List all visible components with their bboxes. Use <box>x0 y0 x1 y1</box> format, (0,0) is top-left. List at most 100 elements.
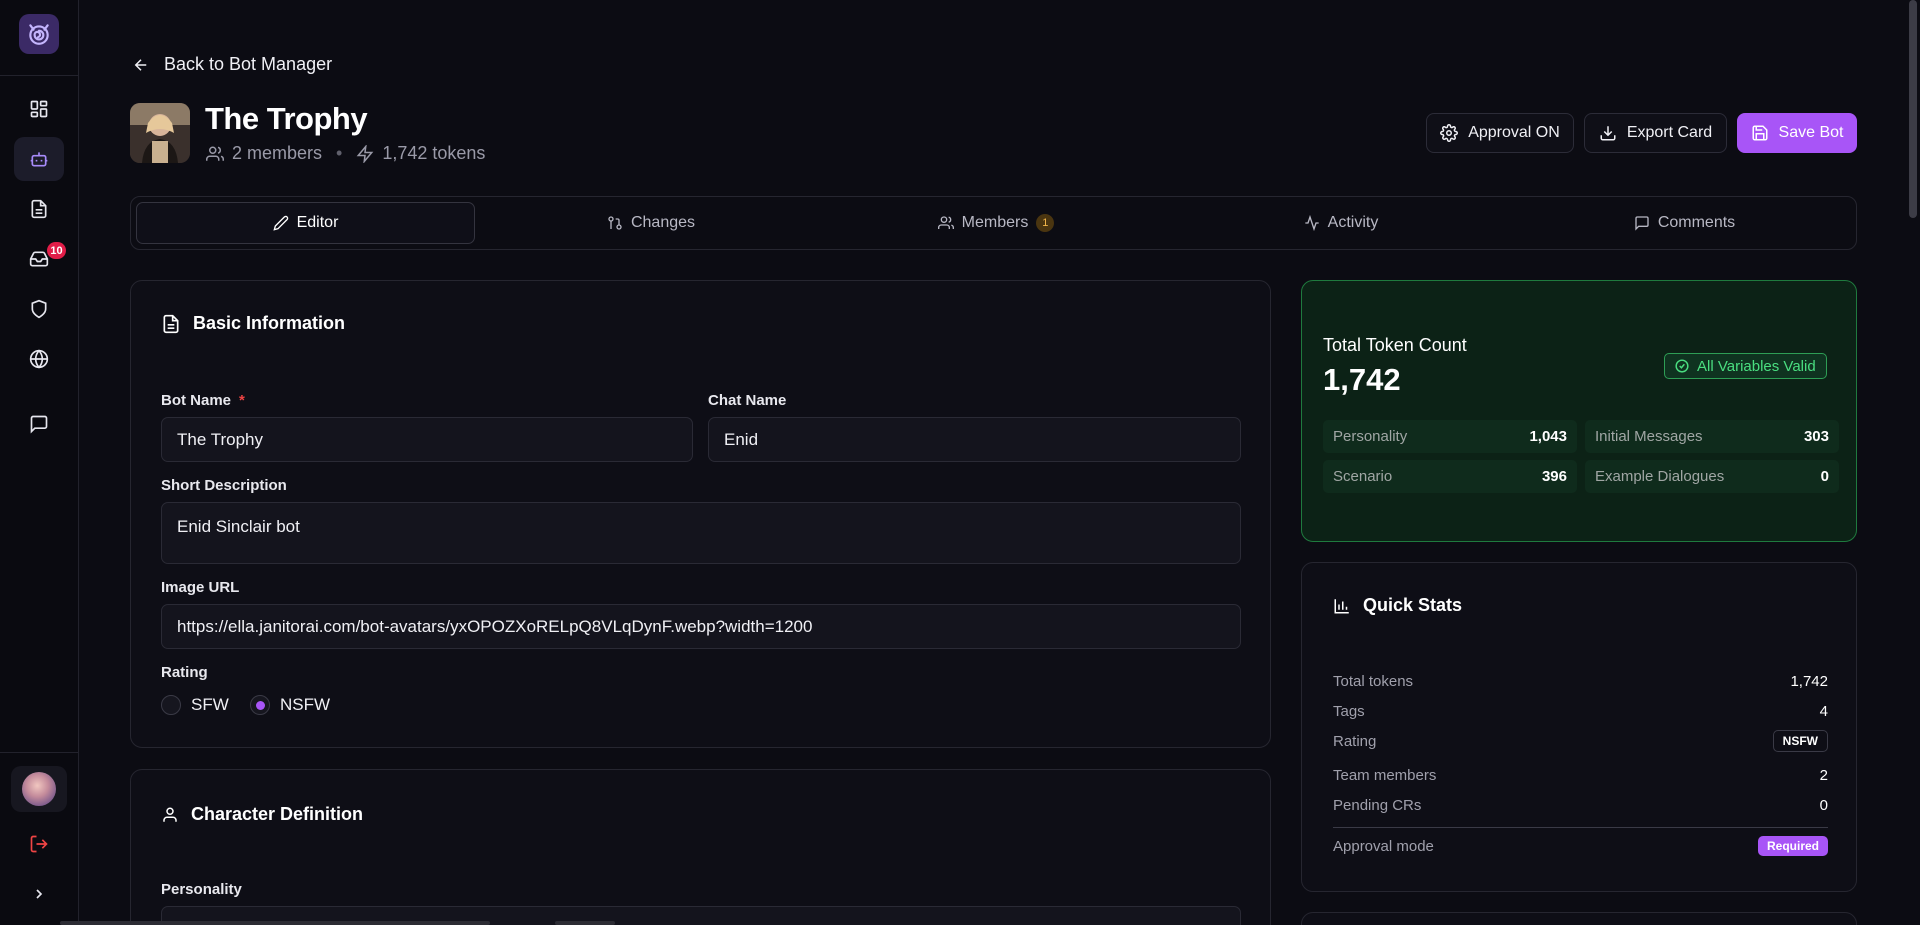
sidebar-item-messages[interactable] <box>14 402 64 446</box>
stat-row: Tags 4 <box>1333 703 1828 720</box>
user-avatar-button[interactable] <box>11 766 67 812</box>
message-icon <box>30 415 48 434</box>
bot-avatar-image <box>130 103 190 163</box>
bot-name-label: Bot Name * <box>161 392 245 409</box>
personality-label: Personality <box>161 881 242 898</box>
tab-label: Comments <box>1657 214 1736 231</box>
approval-mode-badge: Required <box>1757 836 1828 856</box>
chat-name-field[interactable]: Enid <box>708 417 1241 462</box>
sidebar-item-bots[interactable] <box>14 137 64 181</box>
stat-value: 0 <box>1819 797 1828 814</box>
bot-meta: 2 members • 1,742 tokens <box>206 143 485 164</box>
token-cell-value: 303 <box>1803 428 1829 445</box>
users-icon <box>937 216 954 229</box>
tab-label: Members <box>961 214 1029 231</box>
shield-icon <box>31 299 47 319</box>
sidebar-item-inbox[interactable]: 10 <box>14 237 66 281</box>
members-count: 2 members <box>232 143 323 163</box>
token-cell-personality: Personality 1,043 <box>1323 420 1577 453</box>
character-definition-card: Character Definition Personality <box>130 769 1271 925</box>
check-circle-icon <box>1675 359 1689 373</box>
radio-nsfw[interactable] <box>250 695 270 715</box>
token-cell-initial-messages: Initial Messages 303 <box>1585 420 1839 453</box>
expand-sidebar-button[interactable] <box>14 872 64 916</box>
sidebar-item-security[interactable] <box>14 287 64 331</box>
rating-option-nsfw[interactable]: NSFW <box>250 695 330 715</box>
inbox-icon <box>29 251 49 267</box>
avatar <box>22 772 56 806</box>
bot-name-field[interactable]: The Trophy <box>161 417 693 462</box>
required-mark: * <box>239 392 245 409</box>
document-icon <box>31 199 47 219</box>
token-cell-value: 396 <box>1541 468 1567 485</box>
vertical-scrollbar[interactable] <box>1906 0 1920 925</box>
radio-label: SFW <box>191 695 229 714</box>
page-title: The Trophy <box>205 101 368 136</box>
bot-icon <box>30 152 48 167</box>
approval-toggle-button[interactable]: Approval ON <box>1426 113 1574 153</box>
meta-separator: • <box>336 143 343 163</box>
short-description-label: Short Description <box>161 477 287 494</box>
card-title-text: Quick Stats <box>1363 595 1463 615</box>
members-badge: 1 <box>1036 214 1055 232</box>
token-count-card: Total Token Count 1,742 All Variables Va… <box>1301 280 1857 542</box>
sidebar-item-documents[interactable] <box>14 187 64 231</box>
tab-changes[interactable]: Changes <box>481 202 821 244</box>
arrow-left-icon <box>134 58 147 71</box>
radio-sfw[interactable] <box>161 695 181 715</box>
stat-row: Rating NSFW <box>1333 730 1828 752</box>
save-bot-button[interactable]: Save Bot <box>1737 113 1857 153</box>
next-card <box>1301 912 1857 925</box>
short-description-field[interactable]: Enid Sinclair bot <box>161 502 1241 564</box>
stat-key: Team members <box>1333 767 1437 784</box>
sidebar: 10 <box>0 0 79 925</box>
card-title-text: Character Definition <box>191 804 364 824</box>
token-total: 1,742 <box>1323 362 1401 397</box>
card-title: Character Definition <box>161 804 363 825</box>
rating-label: Rating <box>161 664 208 681</box>
file-text-icon <box>163 314 179 333</box>
stat-key: Total tokens <box>1333 673 1414 690</box>
horizontal-scrollbar-thumb[interactable] <box>555 921 615 925</box>
token-cell-value: 1,043 <box>1529 428 1567 445</box>
notification-badge: 10 <box>47 242 66 259</box>
horizontal-scrollbar[interactable] <box>60 921 490 925</box>
scrollbar-thumb[interactable] <box>1909 0 1917 218</box>
image-url-field[interactable]: https://ella.janitorai.com/bot-avatars/y… <box>161 604 1241 649</box>
rating-badge: NSFW <box>1772 730 1828 752</box>
back-link[interactable]: Back to Bot Manager <box>132 54 332 75</box>
sidebar-item-dashboard[interactable] <box>14 87 64 131</box>
rating-option-sfw[interactable]: SFW <box>161 695 229 715</box>
quick-stats-card: Quick Stats Total tokens 1,742 Tags 4 Ra… <box>1301 562 1857 892</box>
logout-button[interactable] <box>14 822 64 866</box>
chevron-right-icon <box>36 889 43 899</box>
stat-key: Rating <box>1333 732 1377 750</box>
stat-value: 2 <box>1819 767 1828 784</box>
stat-value: 1,742 <box>1790 673 1828 690</box>
spiral-logo-icon <box>29 24 49 45</box>
card-title: Quick Stats <box>1333 595 1462 616</box>
globe-icon <box>29 349 49 369</box>
token-cell-example-dialogues: Example Dialogues 0 <box>1585 460 1839 493</box>
sidebar-item-explore[interactable] <box>14 337 64 381</box>
export-label: Export Card <box>1626 124 1713 141</box>
sidebar-divider <box>0 75 79 76</box>
stat-key: Pending CRs <box>1333 797 1422 814</box>
tab-label: Editor <box>296 214 339 231</box>
tab-activity[interactable]: Activity <box>1171 202 1511 244</box>
card-title: Basic Information <box>161 313 345 334</box>
bot-avatar <box>130 103 190 163</box>
app-logo[interactable] <box>19 14 59 54</box>
stat-row: Total tokens 1,742 <box>1333 673 1828 690</box>
tab-editor[interactable]: Editor <box>136 202 475 244</box>
token-cell-key: Personality <box>1333 428 1408 445</box>
export-card-button[interactable]: Export Card <box>1584 113 1727 153</box>
dashboard-icon <box>30 100 48 118</box>
image-url-label: Image URL <box>161 579 240 596</box>
radio-label: NSFW <box>280 695 331 714</box>
approval-label: Approval ON <box>1468 124 1560 141</box>
stats-divider <box>1333 827 1828 828</box>
tab-comments[interactable]: Comments <box>1516 202 1853 244</box>
tab-members[interactable]: Members 1 <box>826 202 1166 244</box>
tab-label: Activity <box>1327 214 1379 231</box>
